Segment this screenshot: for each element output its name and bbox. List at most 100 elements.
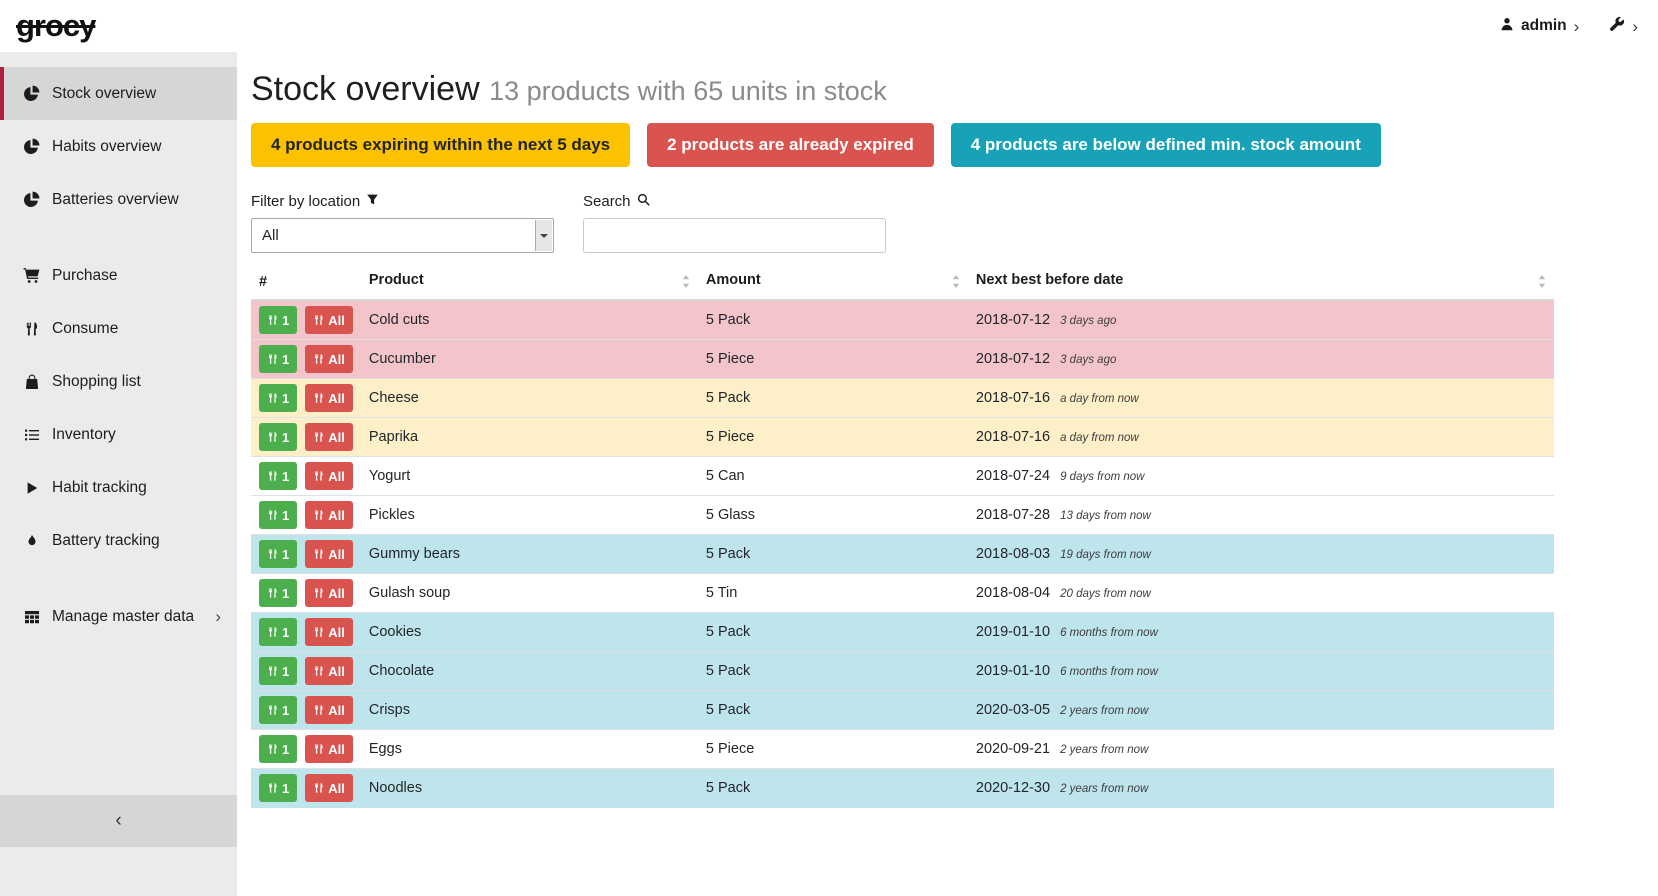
best-before-date: 2018-08-04 20 days from now (968, 574, 1554, 613)
filter-bar: Filter by location All Search (251, 193, 1554, 253)
consume-one-button[interactable]: 1 (259, 345, 297, 373)
expired-products-badge[interactable]: 2 products are already expired (647, 123, 934, 167)
search-group: Search (583, 193, 886, 253)
product-amount: 5 Pack (698, 613, 968, 652)
user-menu[interactable]: admin › (1500, 17, 1579, 36)
date-value: 2018-07-16 (976, 429, 1050, 445)
product-name: Cheese (361, 379, 698, 418)
topbar-menus: admin › › (1500, 16, 1638, 37)
consume-one-button[interactable]: 1 (259, 579, 297, 607)
sidebar-item-consume[interactable]: Consume (0, 302, 237, 355)
consume-one-button[interactable]: 1 (259, 696, 297, 724)
consume-all-button[interactable]: All (305, 657, 353, 685)
date-value: 2020-03-05 (976, 702, 1050, 718)
consume-one-button[interactable]: 1 (259, 618, 297, 646)
consume-all-button[interactable]: All (305, 696, 353, 724)
row-actions: 1 All (251, 457, 361, 496)
column-header-product[interactable]: Product (361, 265, 698, 300)
settings-menu[interactable]: › (1609, 16, 1638, 37)
product-amount: 5 Can (698, 457, 968, 496)
sidebar-item-purchase[interactable]: Purchase (0, 249, 237, 302)
utensils-icon (313, 353, 324, 365)
chevron-left-icon: ‹ (115, 810, 121, 832)
consume-one-button[interactable]: 1 (259, 423, 297, 451)
utensils-icon (313, 509, 324, 521)
stock-table: # Product Amount Next best (251, 265, 1554, 808)
consume-one-button[interactable]: 1 (259, 540, 297, 568)
sidebar-item-stock-overview[interactable]: Stock overview (0, 67, 237, 120)
product-amount: 5 Piece (698, 730, 968, 769)
sidebar-item-inventory[interactable]: Inventory (0, 408, 237, 461)
date-relative: 9 days from now (1060, 471, 1144, 483)
sidebar-collapse-button[interactable]: ‹ (0, 795, 237, 847)
consume-one-button[interactable]: 1 (259, 657, 297, 685)
utensils-icon (313, 392, 324, 404)
consume-all-button[interactable]: All (305, 540, 353, 568)
utensils-icon (313, 782, 324, 794)
best-before-date: 2020-09-21 2 years from now (968, 730, 1554, 769)
utensils-icon (267, 782, 278, 794)
date-value: 2019-01-10 (976, 663, 1050, 679)
below-min-stock-badge[interactable]: 4 products are below defined min. stock … (951, 123, 1381, 167)
page-title: Stock overview 13 products with 65 units… (251, 70, 1554, 109)
column-header-best-before[interactable]: Next best before date (968, 265, 1554, 300)
consume-one-button[interactable]: 1 (259, 501, 297, 529)
utensils-icon (267, 509, 278, 521)
sort-icon (952, 275, 960, 292)
utensils-icon (267, 743, 278, 755)
list-icon (21, 427, 42, 443)
expiring-products-badge[interactable]: 4 products expiring within the next 5 da… (251, 123, 630, 167)
date-value: 2018-07-24 (976, 468, 1050, 484)
sidebar-item-manage-master-data[interactable]: Manage master data › (0, 590, 237, 643)
pie-chart-icon (21, 85, 42, 102)
sidebar-item-habits-overview[interactable]: Habits overview (0, 120, 237, 173)
main-content: Stock overview 13 products with 65 units… (237, 52, 1658, 896)
app-logo[interactable]: grocy (16, 8, 95, 44)
date-value: 2018-07-12 (976, 312, 1050, 328)
sidebar-item-habit-tracking[interactable]: Habit tracking (0, 461, 237, 514)
consume-all-button[interactable]: All (305, 462, 353, 490)
sidebar-item-shopping-list[interactable]: Shopping list (0, 355, 237, 408)
user-name: admin (1521, 17, 1567, 35)
utensils-icon (267, 587, 278, 599)
sidebar-item-battery-tracking[interactable]: Battery tracking (0, 514, 237, 567)
consume-one-button[interactable]: 1 (259, 774, 297, 802)
sidebar-item-label: Consume (52, 320, 118, 338)
column-header-amount[interactable]: Amount (698, 265, 968, 300)
product-name: Cold cuts (361, 300, 698, 340)
table-row: 1 All Eggs 5 Piece 202 (251, 730, 1554, 769)
consume-all-button[interactable]: All (305, 501, 353, 529)
row-actions: 1 All (251, 574, 361, 613)
consume-one-button[interactable]: 1 (259, 306, 297, 334)
consume-all-button[interactable]: All (305, 423, 353, 451)
product-name: Gulash soup (361, 574, 698, 613)
sidebar-item-batteries-overview[interactable]: Batteries overview (0, 173, 237, 226)
product-name: Cucumber (361, 340, 698, 379)
date-value: 2019-01-10 (976, 624, 1050, 640)
consume-one-button[interactable]: 1 (259, 735, 297, 763)
consume-all-button[interactable]: All (305, 618, 353, 646)
consume-all-button[interactable]: All (305, 774, 353, 802)
filter-by-location-label: Filter by location (251, 193, 554, 210)
utensils-icon (267, 431, 278, 443)
row-actions: 1 All (251, 691, 361, 730)
consume-one-button[interactable]: 1 (259, 384, 297, 412)
product-name: Pickles (361, 496, 698, 535)
product-name: Gummy bears (361, 535, 698, 574)
consume-all-button[interactable]: All (305, 384, 353, 412)
utensils-icon (267, 470, 278, 482)
consume-all-button[interactable]: All (305, 735, 353, 763)
consume-all-button[interactable]: All (305, 579, 353, 607)
location-filter-select[interactable]: All (251, 218, 554, 253)
date-value: 2018-08-04 (976, 585, 1050, 601)
select-dropdown-arrow-icon (535, 220, 552, 251)
sidebar-item-label: Batteries overview (52, 191, 179, 209)
search-input[interactable] (583, 218, 886, 253)
product-amount: 5 Pack (698, 300, 968, 340)
row-actions: 1 All (251, 379, 361, 418)
user-icon (1500, 17, 1514, 36)
consume-one-button[interactable]: 1 (259, 462, 297, 490)
row-actions: 1 All (251, 496, 361, 535)
consume-all-button[interactable]: All (305, 345, 353, 373)
consume-all-button[interactable]: All (305, 306, 353, 334)
